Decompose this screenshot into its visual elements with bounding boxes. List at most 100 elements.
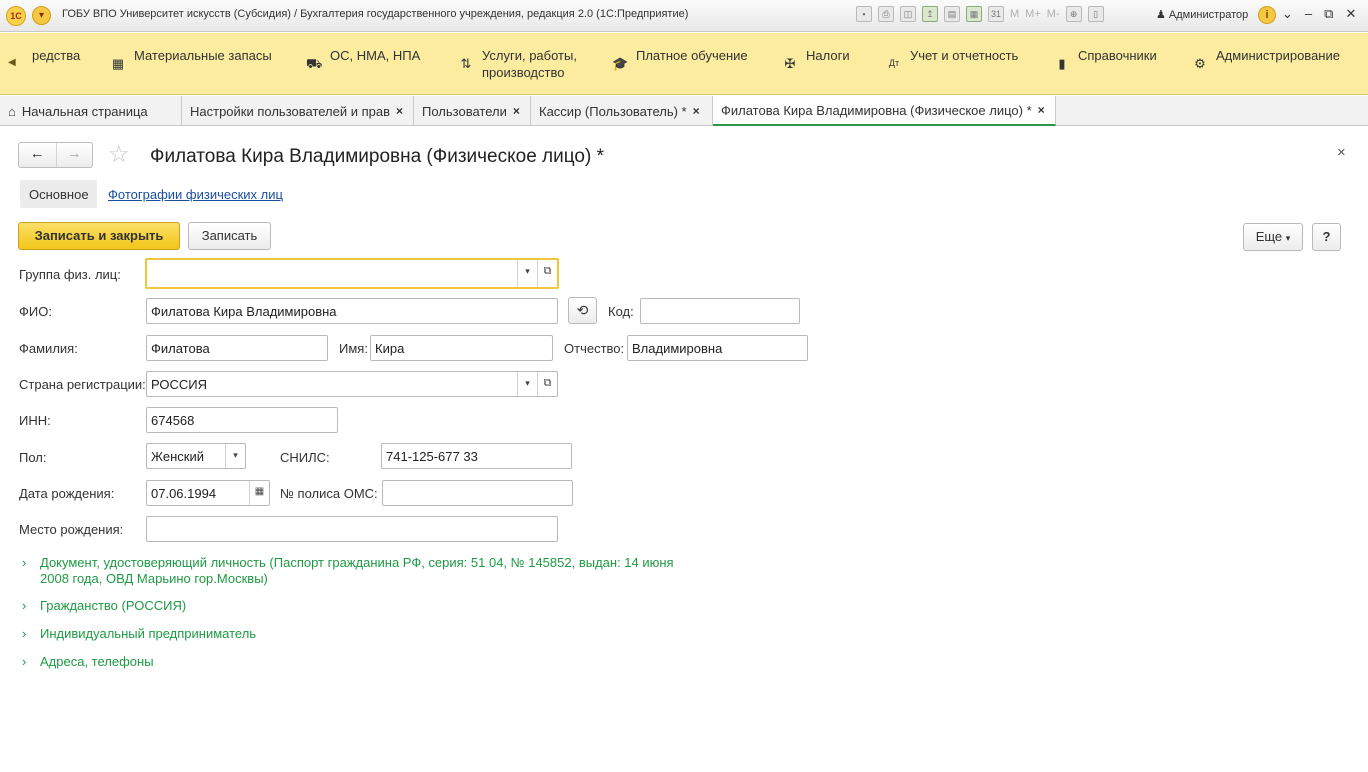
favorite-star-icon[interactable]: ☆: [108, 140, 130, 169]
print-icon[interactable]: ⎙: [878, 6, 894, 22]
section-administration[interactable]: ⚙ Администрирование: [1192, 47, 1340, 71]
code-input[interactable]: [640, 298, 800, 324]
tab-individual[interactable]: Филатова Кира Владимировна (Физическое л…: [713, 96, 1056, 126]
birthdate-value: 07.06.1994: [151, 486, 217, 501]
save-button[interactable]: Записать: [188, 222, 271, 250]
open-form-icon[interactable]: ⧉: [537, 260, 557, 287]
section-label: Услуги, работы,: [482, 48, 577, 63]
section-materials[interactable]: ▦ Материальные запасы: [110, 47, 272, 71]
chevron-right-icon: ›: [22, 654, 27, 669]
section-fixed-assets[interactable]: ⛟ ОС, НМА, НПА: [306, 47, 420, 71]
navigation-buttons: ← →: [18, 142, 93, 168]
section-services[interactable]: ⇅ Услуги, работы, производство: [458, 47, 577, 81]
close-form-icon[interactable]: ×: [1337, 144, 1346, 161]
birthplace-input[interactable]: [146, 516, 558, 542]
section-taxes[interactable]: ✠ Налоги: [782, 47, 850, 71]
preview-icon[interactable]: ◫: [900, 6, 916, 22]
tab-label: Начальная страница: [21, 103, 148, 119]
dropdown-arrow-icon[interactable]: ▾: [517, 260, 537, 287]
user-name[interactable]: ♟ Администратор: [1156, 8, 1248, 21]
fio-label: ФИО:: [19, 304, 52, 319]
snils-input[interactable]: 741-125-677 33: [381, 443, 572, 469]
form-title: Филатова Кира Владимировна (Физическое л…: [150, 146, 604, 167]
tab-user-settings[interactable]: Настройки пользователей и прав ×: [182, 96, 414, 126]
info-icon[interactable]: i: [1258, 6, 1276, 24]
group-select[interactable]: ▾ ⧉: [145, 258, 559, 289]
group-identity-document[interactable]: › Документ, удостоверяющий личность (Пас…: [22, 555, 674, 587]
group-title: Индивидуальный предприниматель: [40, 626, 257, 641]
calculator-icon[interactable]: ▦: [966, 6, 982, 22]
toolbar-icons: ▪ ⎙ ◫ ↥ ▤ ▦ 31 M M+ M- ⊕ ▯: [856, 6, 1104, 22]
oms-input[interactable]: [382, 480, 573, 506]
calendar-icon[interactable]: ▦: [249, 481, 269, 505]
subtab-photos-link[interactable]: Фотографии физических лиц: [108, 187, 283, 202]
group-title: Гражданство (РОССИЯ): [40, 598, 187, 613]
section-label: ОС, НМА, НПА: [330, 48, 421, 63]
tab-label: Филатова Кира Владимировна (Физическое л…: [721, 102, 1032, 118]
group-citizenship[interactable]: › Гражданство (РОССИЯ): [22, 598, 186, 614]
country-select[interactable]: РОССИЯ ▾ ⧉: [146, 371, 558, 397]
section-label: Учет и отчетность: [910, 48, 1019, 63]
memory-plus-button[interactable]: M+: [1025, 8, 1041, 20]
help-button[interactable]: ?: [1312, 223, 1341, 251]
truck-icon: ⛟: [306, 56, 323, 71]
group-title: Адреса, телефоны: [40, 654, 154, 669]
document-icon[interactable]: ▤: [944, 6, 960, 22]
restore-icon[interactable]: ⧉: [1324, 6, 1333, 22]
close-icon[interactable]: ×: [693, 104, 700, 118]
tab-cashier[interactable]: Кассир (Пользователь) * ×: [531, 96, 713, 126]
section-label: Платное обучение: [636, 48, 748, 63]
lastname-input[interactable]: Филатова: [146, 335, 328, 361]
close-icon[interactable]: ×: [1038, 103, 1045, 117]
tab-users[interactable]: Пользователи ×: [414, 96, 531, 126]
section-references[interactable]: ▮ Справочники: [1054, 47, 1156, 71]
group-addresses-phones[interactable]: › Адреса, телефоны: [22, 654, 154, 670]
user-name-label: Администратор: [1168, 9, 1249, 21]
more-button[interactable]: Еще ▾: [1243, 223, 1303, 251]
save-icon[interactable]: ▪: [856, 6, 872, 22]
tab-home[interactable]: ⌂ Начальная страница: [0, 96, 182, 126]
dropdown-arrow-icon[interactable]: ▾: [225, 444, 245, 468]
subtab-main[interactable]: Основное: [20, 180, 97, 208]
memory-minus-button[interactable]: M-: [1047, 8, 1060, 20]
tab-label: Пользователи: [422, 103, 507, 119]
main-menu-button[interactable]: ▾: [32, 6, 51, 25]
tab-label: Настройки пользователей и прав: [190, 103, 391, 119]
save-and-close-button[interactable]: Записать и закрыть: [18, 222, 180, 250]
fio-input[interactable]: Филатова Кира Владимировна: [146, 298, 558, 324]
group-title-line2: 2008 года, ОВД Марьино гор.Москвы): [40, 571, 268, 586]
back-arrow-icon[interactable]: ←: [19, 143, 56, 167]
close-icon[interactable]: ✕: [1345, 6, 1356, 22]
snils-label: СНИЛС:: [280, 450, 330, 465]
more-label: Еще: [1255, 229, 1283, 244]
section-paid-education[interactable]: 🎓 Платное обучение: [612, 47, 748, 71]
zoom-icon[interactable]: ⊕: [1065, 6, 1082, 22]
panels-icon[interactable]: ▯: [1087, 6, 1104, 22]
chevron-down-icon: ▾: [1285, 233, 1291, 243]
oms-label: № полиса ОМС:: [280, 486, 378, 501]
forward-arrow-icon[interactable]: →: [55, 143, 93, 167]
inn-input[interactable]: 674568: [146, 407, 338, 433]
group-entrepreneur[interactable]: › Индивидуальный предприниматель: [22, 626, 256, 642]
calendar-icon[interactable]: 31: [988, 6, 1004, 22]
open-tabs-bar: ⌂ Начальная страница Настройки пользоват…: [0, 96, 1368, 126]
firstname-input[interactable]: Кира: [370, 335, 553, 361]
minimize-icon[interactable]: –: [1305, 6, 1312, 22]
close-icon[interactable]: ×: [513, 104, 520, 118]
close-icon[interactable]: ×: [396, 104, 403, 118]
section-accounting[interactable]: Дт Учет и отчетность: [886, 47, 1018, 71]
scroll-left-icon[interactable]: ◀: [8, 57, 16, 68]
gender-select[interactable]: Женский ▾: [146, 443, 246, 469]
attach-icon[interactable]: ↥: [922, 6, 938, 22]
chevron-down-icon[interactable]: ⌄: [1282, 6, 1293, 22]
open-form-icon[interactable]: ⧉: [537, 372, 557, 396]
section-label: Администрирование: [1216, 48, 1340, 63]
patronymic-input[interactable]: Владимировна: [627, 335, 808, 361]
dropdown-arrow-icon[interactable]: ▾: [517, 372, 537, 396]
home-icon: ⌂: [8, 103, 16, 119]
history-icon[interactable]: ⟲: [568, 297, 597, 324]
materials-icon: ▦: [111, 56, 125, 71]
section-truncated[interactable]: редства: [32, 47, 80, 64]
memory-m-button[interactable]: M: [1010, 8, 1019, 20]
birthdate-input[interactable]: 07.06.1994 ▦: [146, 480, 270, 506]
